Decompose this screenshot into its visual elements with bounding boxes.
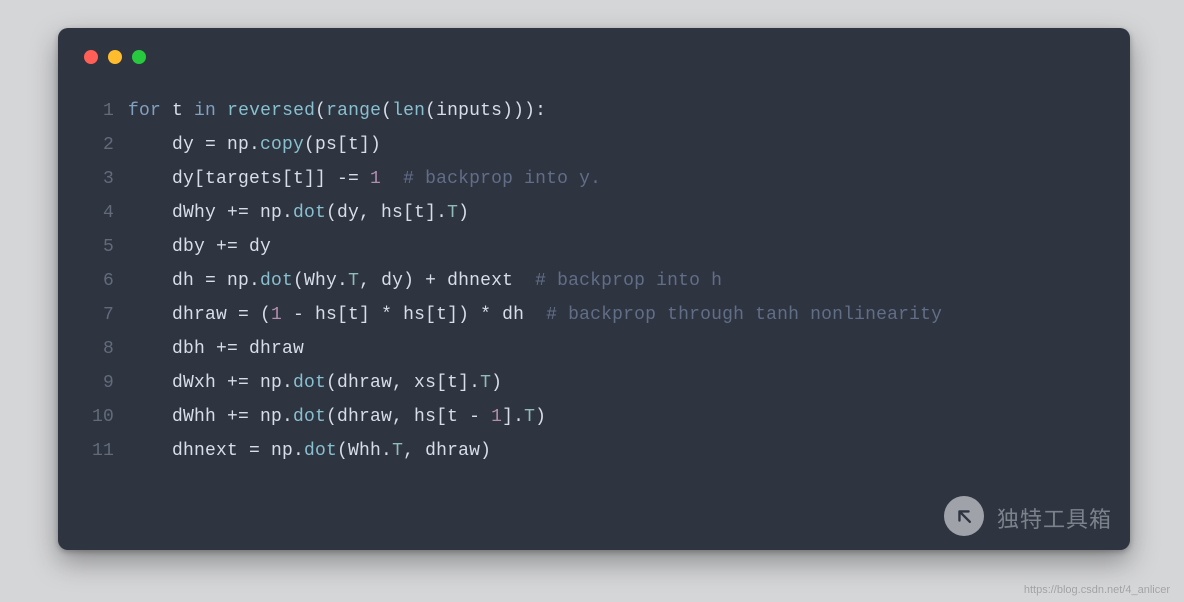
code-block: 1for t in reversed(range(len(inputs))):2… [58, 64, 1130, 468]
token [216, 101, 227, 121]
token-fn: dot [304, 441, 337, 461]
token [381, 169, 403, 189]
code-source: dh = np.dot(Why.T, dy) + dhnext # backpr… [128, 264, 1106, 298]
token-kw: for [128, 101, 161, 121]
code-source: dy[targets[t]] -= 1 # backprop into y. [128, 162, 1106, 196]
code-line: 10 dWhh += np.dot(dhraw, hs[t - 1].T) [82, 400, 1106, 434]
token: dWhh += np. [128, 407, 293, 427]
code-line: 3 dy[targets[t]] -= 1 # backprop into y. [82, 162, 1106, 196]
code-line: 6 dh = np.dot(Why.T, dy) + dhnext # back… [82, 264, 1106, 298]
token: (dy, hs[t]. [326, 203, 447, 223]
zoom-icon[interactable] [132, 50, 146, 64]
code-line: 2 dy = np.copy(ps[t]) [82, 128, 1106, 162]
code-source: for t in reversed(range(len(inputs))): [128, 94, 1106, 128]
token: t [161, 101, 194, 121]
window-traffic-lights [58, 28, 1130, 64]
token: dy[targets[t]] -= [128, 169, 370, 189]
code-source: dby += dy [128, 230, 1106, 264]
code-line: 8 dbh += dhraw [82, 332, 1106, 366]
token-kw: in [194, 101, 216, 121]
token: dy = np. [128, 135, 260, 155]
token-mem: T [348, 271, 359, 291]
token: dhraw = ( [128, 305, 271, 325]
token: (Why. [293, 271, 348, 291]
code-source: dhnext = np.dot(Whh.T, dhraw) [128, 434, 1106, 468]
token-mem: T [447, 203, 458, 223]
minimize-icon[interactable] [108, 50, 122, 64]
token: , dhraw) [403, 441, 491, 461]
code-source: dWhy += np.dot(dy, hs[t].T) [128, 196, 1106, 230]
footer-watermark: https://blog.csdn.net/4_anlicer [1024, 584, 1170, 596]
code-line: 1for t in reversed(range(len(inputs))): [82, 94, 1106, 128]
code-source: dhraw = (1 - hs[t] * hs[t]) * dh # backp… [128, 298, 1106, 332]
token: (dhraw, hs[t - [326, 407, 491, 427]
code-line: 9 dWxh += np.dot(dhraw, xs[t].T) [82, 366, 1106, 400]
token: dhnext = np. [128, 441, 304, 461]
code-line: 5 dby += dy [82, 230, 1106, 264]
watermark-text: 独特工具箱 [997, 502, 1112, 534]
token: ( [315, 101, 326, 121]
code-source: dWxh += np.dot(dhraw, xs[t].T) [128, 366, 1106, 400]
watermark-badge-icon [944, 496, 984, 536]
close-icon[interactable] [84, 50, 98, 64]
token: (ps[t]) [304, 135, 381, 155]
token: dWhy += np. [128, 203, 293, 223]
token: ) [491, 373, 502, 393]
line-number: 11 [82, 434, 128, 468]
line-number: 8 [82, 332, 128, 366]
line-number: 6 [82, 264, 128, 298]
token: ) [458, 203, 469, 223]
token: , dy) + dhnext [359, 271, 535, 291]
token-num: 1 [491, 407, 502, 427]
token-num: 1 [271, 305, 282, 325]
code-line: 4 dWhy += np.dot(dy, hs[t].T) [82, 196, 1106, 230]
line-number: 9 [82, 366, 128, 400]
code-source: dy = np.copy(ps[t]) [128, 128, 1106, 162]
token: dbh += dhraw [128, 339, 304, 359]
line-number: 3 [82, 162, 128, 196]
line-number: 5 [82, 230, 128, 264]
token-fn: len [392, 101, 425, 121]
token: ) [535, 407, 546, 427]
token-mem: T [524, 407, 535, 427]
token: - hs[t] * hs[t]) * dh [282, 305, 546, 325]
token-fn: dot [293, 203, 326, 223]
token-mem: T [392, 441, 403, 461]
token-fn: reversed [227, 101, 315, 121]
token: dh = np. [128, 271, 260, 291]
token-fn: dot [293, 373, 326, 393]
line-number: 10 [82, 400, 128, 434]
token-mem: T [480, 373, 491, 393]
line-number: 4 [82, 196, 128, 230]
token-cm: # backprop through tanh nonlinearity [546, 305, 942, 325]
token-fn: range [326, 101, 381, 121]
token: ]. [502, 407, 524, 427]
code-window: 1for t in reversed(range(len(inputs))):2… [58, 28, 1130, 550]
token: (dhraw, xs[t]. [326, 373, 480, 393]
code-line: 11 dhnext = np.dot(Whh.T, dhraw) [82, 434, 1106, 468]
line-number: 2 [82, 128, 128, 162]
token-cm: # backprop into y. [403, 169, 601, 189]
token-cm: # backprop into h [535, 271, 722, 291]
token-fn: dot [260, 271, 293, 291]
token-fn: copy [260, 135, 304, 155]
code-line: 7 dhraw = (1 - hs[t] * hs[t]) * dh # bac… [82, 298, 1106, 332]
token-fn: dot [293, 407, 326, 427]
token: (inputs))): [425, 101, 546, 121]
token-num: 1 [370, 169, 381, 189]
code-source: dbh += dhraw [128, 332, 1106, 366]
code-source: dWhh += np.dot(dhraw, hs[t - 1].T) [128, 400, 1106, 434]
token: ( [381, 101, 392, 121]
line-number: 7 [82, 298, 128, 332]
token: dby += dy [128, 237, 271, 257]
token: dWxh += np. [128, 373, 293, 393]
token: (Whh. [337, 441, 392, 461]
line-number: 1 [82, 94, 128, 128]
